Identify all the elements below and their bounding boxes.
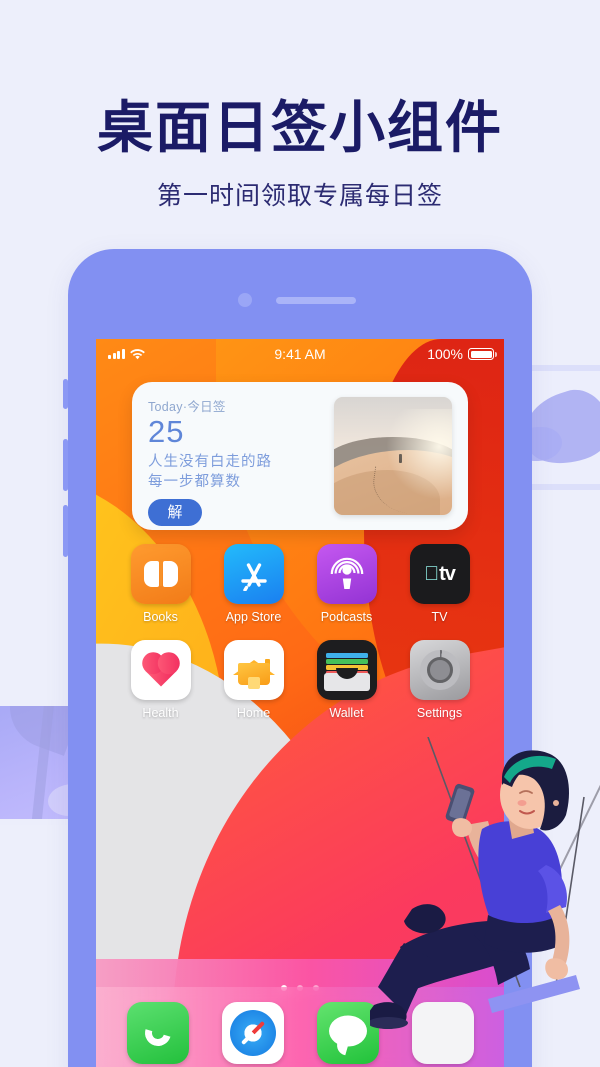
page-title: 桌面日签小组件 bbox=[97, 96, 503, 159]
app-settings[interactable]: Settings bbox=[404, 640, 476, 720]
app-label: Settings bbox=[416, 706, 463, 720]
app-books[interactable]: Books bbox=[125, 544, 197, 624]
widget-quote: 人生没有白走的路 每一步都算数 bbox=[148, 452, 334, 493]
daily-quote-widget[interactable]: Today·今日签 25 人生没有白走的路 每一步都算数 解 bbox=[132, 382, 468, 530]
woman-on-swing-illustration bbox=[370, 737, 585, 1029]
wallet-icon bbox=[316, 640, 377, 700]
app-wallet[interactable]: Wallet bbox=[311, 640, 383, 720]
app-label: Health bbox=[142, 706, 179, 720]
phone-icon[interactable] bbox=[126, 1002, 189, 1064]
widget-image bbox=[334, 397, 452, 515]
app-podcasts[interactable]: Podcasts bbox=[311, 544, 383, 624]
app-row-2: Health Home Wallet Settings bbox=[96, 640, 504, 720]
app-tv[interactable]: tv TV bbox=[404, 544, 476, 624]
app-grid: Books App Store Podcasts tv TV Health Ho… bbox=[96, 544, 504, 736]
home-icon bbox=[223, 640, 284, 700]
header: 桌面日签小组件 第一时间领取专属每日签 bbox=[0, 0, 600, 212]
battery-percent-label: 100% bbox=[427, 346, 463, 362]
status-bar-time: 9:41 AM bbox=[274, 346, 326, 362]
cellular-bars-icon bbox=[108, 349, 125, 359]
podcasts-icon bbox=[316, 544, 377, 604]
app-label: TV bbox=[431, 610, 448, 624]
widget-action-button[interactable]: 解 bbox=[148, 499, 202, 527]
phone-volume-down-button[interactable] bbox=[63, 505, 68, 557]
app-label: Wallet bbox=[329, 706, 364, 720]
front-camera-icon bbox=[238, 293, 252, 307]
widget-day-number: 25 bbox=[148, 414, 185, 449]
widget-quote-line-2: 每一步都算数 bbox=[148, 473, 241, 490]
widget-label: Today·今日签 bbox=[148, 400, 226, 414]
books-icon bbox=[130, 544, 191, 604]
app-home[interactable]: Home bbox=[218, 640, 290, 720]
app-label: App Store bbox=[225, 610, 282, 624]
app-store-icon bbox=[223, 544, 284, 604]
phone-volume-up-button[interactable] bbox=[63, 439, 68, 491]
app-app-store[interactable]: App Store bbox=[218, 544, 290, 624]
dune-sun-glow bbox=[381, 408, 452, 504]
settings-icon bbox=[409, 640, 470, 700]
widget-text-area: Today·今日签 25 人生没有白走的路 每一步都算数 解 bbox=[148, 396, 334, 527]
safari-icon[interactable] bbox=[221, 1002, 284, 1064]
app-health[interactable]: Health bbox=[125, 640, 197, 720]
widget-quote-line-1: 人生没有白走的路 bbox=[148, 453, 272, 470]
status-bar-right: 100% bbox=[427, 346, 497, 362]
app-label: Podcasts bbox=[320, 610, 373, 624]
battery-full-icon bbox=[468, 348, 497, 360]
page-subtitle: 第一时间领取专属每日签 bbox=[156, 182, 443, 211]
app-row-1: Books App Store Podcasts tv TV bbox=[96, 544, 504, 624]
phone-mute-button[interactable] bbox=[63, 379, 68, 409]
health-icon bbox=[130, 640, 191, 700]
status-bar: 9:41 AM 100% bbox=[96, 339, 504, 369]
app-label: Home bbox=[236, 706, 271, 720]
status-bar-left bbox=[108, 348, 145, 360]
earpiece-speaker bbox=[276, 297, 356, 304]
apple-tv-icon: tv bbox=[409, 544, 470, 604]
wifi-icon bbox=[129, 348, 145, 359]
app-label: Books bbox=[143, 610, 178, 624]
